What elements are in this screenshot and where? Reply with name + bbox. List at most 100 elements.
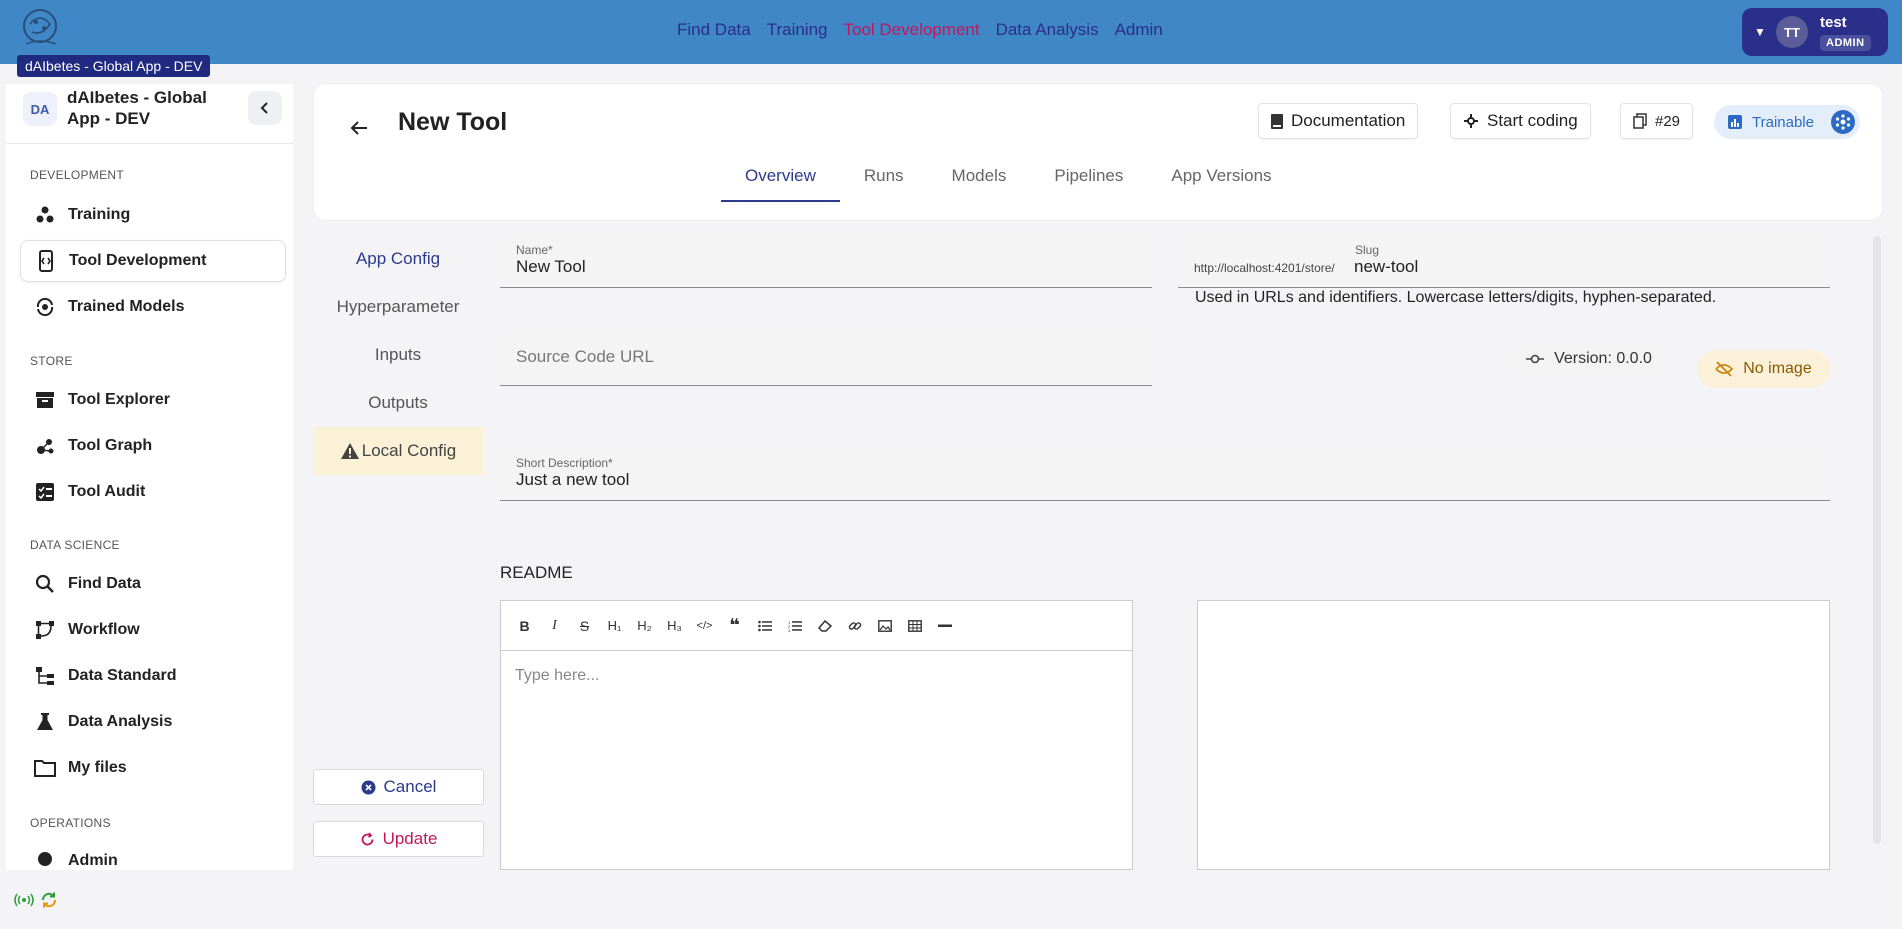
app-badge: DA — [23, 92, 57, 126]
readme-preview — [1197, 600, 1830, 870]
sync-icon[interactable] — [40, 891, 58, 909]
config-item-inputs[interactable]: Inputs — [313, 331, 483, 379]
config-item-local-config[interactable]: Local Config — [313, 427, 483, 475]
name-field[interactable]: Name* New Tool — [500, 234, 1152, 288]
sidebar-item-tool-audit[interactable]: Tool Audit — [20, 471, 286, 513]
sidebar-item-label: Tool Audit — [68, 483, 146, 500]
tab-app-versions[interactable]: App Versions — [1147, 166, 1295, 202]
eraser-icon[interactable] — [815, 616, 834, 635]
page-title: New Tool — [398, 108, 508, 136]
tab-runs[interactable]: Runs — [840, 166, 928, 202]
sidebar-item-tool-development[interactable]: Tool Development — [20, 240, 286, 282]
sidebar-item-label: Workflow — [68, 621, 140, 638]
source-code-url-field[interactable]: Source Code URL — [500, 330, 1152, 386]
topnav-find-data[interactable]: Find Data — [677, 20, 751, 40]
slug-input[interactable]: new-tool — [1354, 257, 1418, 277]
folder-icon — [34, 757, 56, 779]
link-icon[interactable] — [845, 616, 864, 635]
sidebar-item-find-data[interactable]: Find Data — [20, 563, 286, 605]
checklist-icon — [34, 481, 56, 503]
horizontal-rule-icon[interactable] — [935, 616, 954, 635]
app-logo[interactable] — [20, 6, 70, 52]
bold-icon[interactable]: B — [515, 616, 534, 635]
sidebar-item-admin[interactable]: Admin — [20, 840, 286, 870]
sidebar-item-trained-models[interactable]: Trained Models — [20, 286, 286, 328]
topnav-training[interactable]: Training — [767, 20, 828, 40]
sidebar-app-title: dAIbetes - Global App - DEV — [67, 88, 207, 128]
config-item-app-config[interactable]: App Config — [313, 235, 483, 283]
sidebar-item-label: Tool Explorer — [68, 391, 170, 408]
model-cycle-icon — [34, 296, 56, 318]
strikethrough-icon[interactable]: S — [575, 616, 594, 635]
documentation-button[interactable]: Documentation — [1258, 103, 1419, 139]
slug-field[interactable]: Slug http://localhost:4201/store/ new-to… — [1178, 234, 1830, 288]
source-code-url-input[interactable]: Source Code URL — [516, 347, 654, 367]
update-button[interactable]: Update — [313, 821, 484, 857]
top-nav: Find Data Training Tool Development Data… — [677, 20, 1163, 40]
config-item-outputs[interactable]: Outputs — [313, 379, 483, 427]
cancel-circle-icon — [361, 780, 376, 795]
start-coding-button[interactable]: Start coding — [1450, 103, 1591, 139]
numbered-list-icon[interactable]: 123 — [785, 616, 804, 635]
sidebar-item-workflow[interactable]: Workflow — [20, 609, 286, 651]
broadcast-icon — [14, 893, 34, 907]
sidebar-item-tool-graph[interactable]: Tool Graph — [20, 425, 286, 467]
section-data-science: DATA SCIENCE — [30, 538, 120, 552]
short-description-field[interactable]: Short Description* Just a new tool — [500, 447, 1830, 501]
app-tooltip: dAIbetes - Global App - DEV — [17, 55, 211, 77]
name-input[interactable]: New Tool — [516, 257, 586, 277]
slug-hint: Used in URLs and identifiers. Lowercase … — [1195, 289, 1717, 306]
topnav-admin[interactable]: Admin — [1115, 20, 1163, 40]
quote-icon[interactable]: ❝ — [725, 615, 744, 635]
heading-2-icon[interactable]: H₂ — [635, 616, 654, 635]
sidebar-item-data-standard[interactable]: Data Standard — [20, 655, 286, 697]
no-image-badge[interactable]: No image — [1697, 350, 1830, 388]
sidebar-item-data-analysis[interactable]: Data Analysis — [20, 701, 286, 743]
tab-overview[interactable]: Overview — [721, 166, 840, 202]
top-bar: Find Data Training Tool Development Data… — [0, 0, 1902, 64]
tool-header-card: New Tool Documentation Start coding #29 … — [313, 83, 1883, 221]
tool-tabs: Overview Runs Models Pipelines App Versi… — [721, 166, 1296, 202]
cancel-button[interactable]: Cancel — [313, 769, 484, 805]
flask-icon — [34, 711, 56, 733]
bullet-list-icon[interactable] — [755, 616, 774, 635]
workflow-icon — [34, 619, 56, 641]
image-icon[interactable] — [875, 616, 894, 635]
readme-input[interactable]: Type here... — [515, 667, 600, 685]
readme-label: README — [500, 563, 573, 582]
version-badge: Version: 0.0.0 — [1508, 340, 1670, 378]
config-item-hyperparameter[interactable]: Hyperparameter — [313, 283, 483, 331]
user-menu[interactable]: ▼ TT test ADMIN — [1742, 8, 1888, 56]
settings-wheel-icon[interactable] — [1831, 110, 1855, 134]
topnav-tool-development[interactable]: Tool Development — [844, 20, 980, 40]
editor-toolbar: B I S H₁ H₂ H₃ </> ❝ 123 — [501, 601, 1132, 651]
heading-1-icon[interactable]: H₁ — [605, 616, 624, 635]
sidebar-item-tool-explorer[interactable]: Tool Explorer — [20, 379, 286, 421]
sidebar-header: DA dAIbetes - Global App - DEV — [6, 84, 293, 144]
sidebar-item-label: Tool Graph — [68, 437, 153, 454]
copy-id-button[interactable]: #29 — [1620, 103, 1694, 139]
scrollbar[interactable] — [1873, 236, 1881, 844]
sidebar-item-label: Admin — [68, 852, 118, 869]
archive-icon — [34, 389, 56, 411]
sidebar-item-my-files[interactable]: My files — [20, 747, 286, 789]
phone-code-icon — [35, 250, 57, 272]
collapse-sidebar-button[interactable] — [248, 91, 282, 125]
topnav-data-analysis[interactable]: Data Analysis — [996, 20, 1099, 40]
back-button[interactable] — [349, 118, 369, 143]
table-icon[interactable] — [905, 616, 924, 635]
refresh-icon — [360, 831, 375, 847]
trainable-badge: Trainable — [1714, 105, 1860, 139]
tab-pipelines[interactable]: Pipelines — [1030, 166, 1147, 202]
sidebar-item-training[interactable]: Training — [20, 194, 286, 236]
hierarchy-icon — [34, 665, 56, 687]
sidebar-item-label: My files — [68, 759, 127, 776]
short-description-input[interactable]: Just a new tool — [516, 470, 629, 490]
tab-models[interactable]: Models — [928, 166, 1031, 202]
warning-icon — [340, 442, 360, 460]
italic-icon[interactable]: I — [545, 616, 564, 635]
readme-editor[interactable]: B I S H₁ H₂ H₃ </> ❝ 123 Type here... — [500, 600, 1133, 870]
heading-3-icon[interactable]: H₃ — [665, 616, 684, 635]
hide-image-icon — [1715, 361, 1734, 377]
code-icon[interactable]: </> — [695, 616, 714, 635]
